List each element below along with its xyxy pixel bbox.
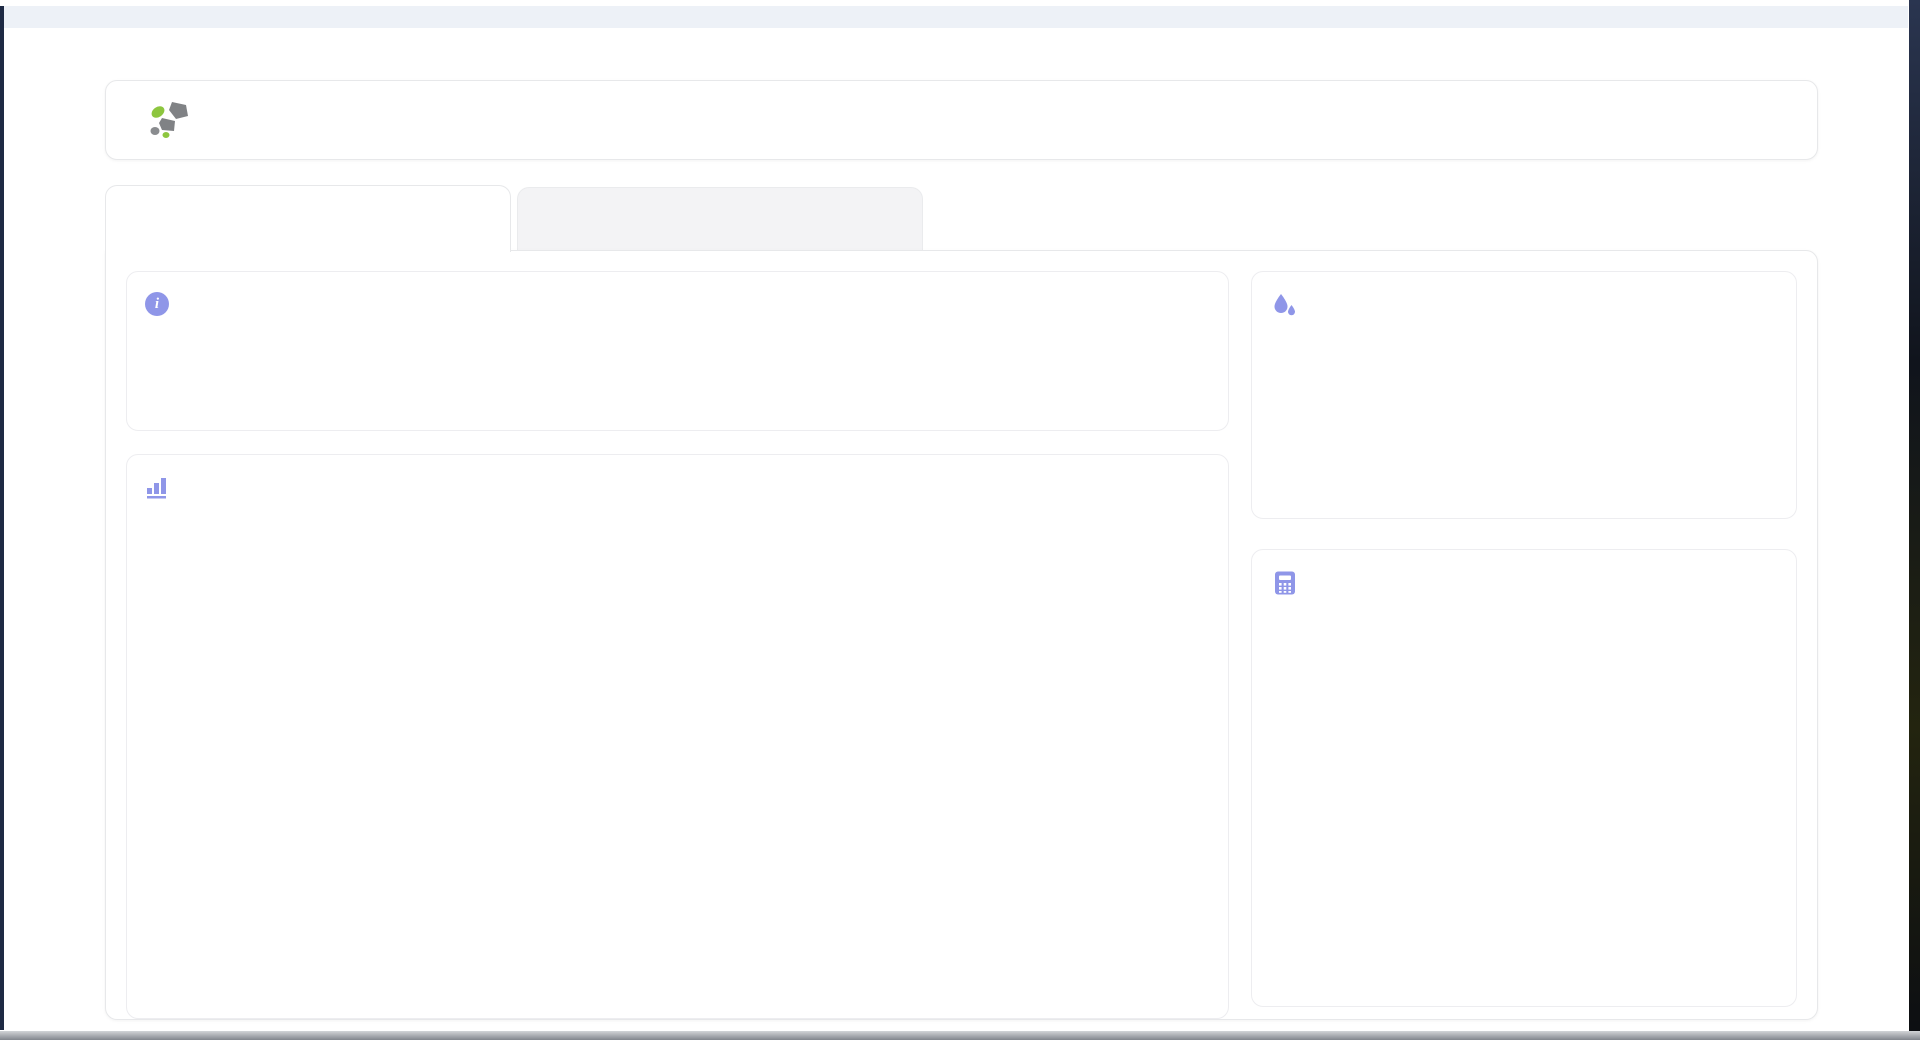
- shear-viscosity-panel: [1251, 549, 1797, 1007]
- blood-viscosity-title-row: [1272, 292, 1776, 318]
- graph-panel: [126, 454, 1229, 1019]
- close-icon[interactable]: [1868, 9, 1886, 27]
- bar-chart-icon: [147, 478, 166, 499]
- window-right-edge: [1909, 0, 1920, 1040]
- blood-viscosity-panel: [1251, 271, 1797, 519]
- tab-raw-data[interactable]: [517, 187, 923, 250]
- app-header: [105, 80, 1818, 160]
- viscosity-chart: [147, 513, 1207, 993]
- ubiosis-logo: [148, 98, 204, 142]
- ubiosis-logo-icon: [150, 102, 188, 138]
- result-tab-content: i: [105, 250, 1818, 1020]
- file-info-panel: i: [126, 271, 1229, 431]
- file-info-title-row: i: [145, 292, 1210, 316]
- window-bottom-edge: [0, 1031, 1920, 1040]
- window-titlebar: [4, 6, 1908, 28]
- graph-title-row: [145, 475, 1210, 499]
- tab-result[interactable]: [105, 185, 511, 252]
- droplets-icon: [1274, 294, 1295, 316]
- chart-wrap: [147, 513, 1210, 998]
- shear-viscosity-title-row: [1272, 570, 1776, 596]
- calculator-icon: [1275, 571, 1295, 595]
- info-icon: i: [145, 292, 169, 316]
- window-left-edge: [0, 6, 4, 1030]
